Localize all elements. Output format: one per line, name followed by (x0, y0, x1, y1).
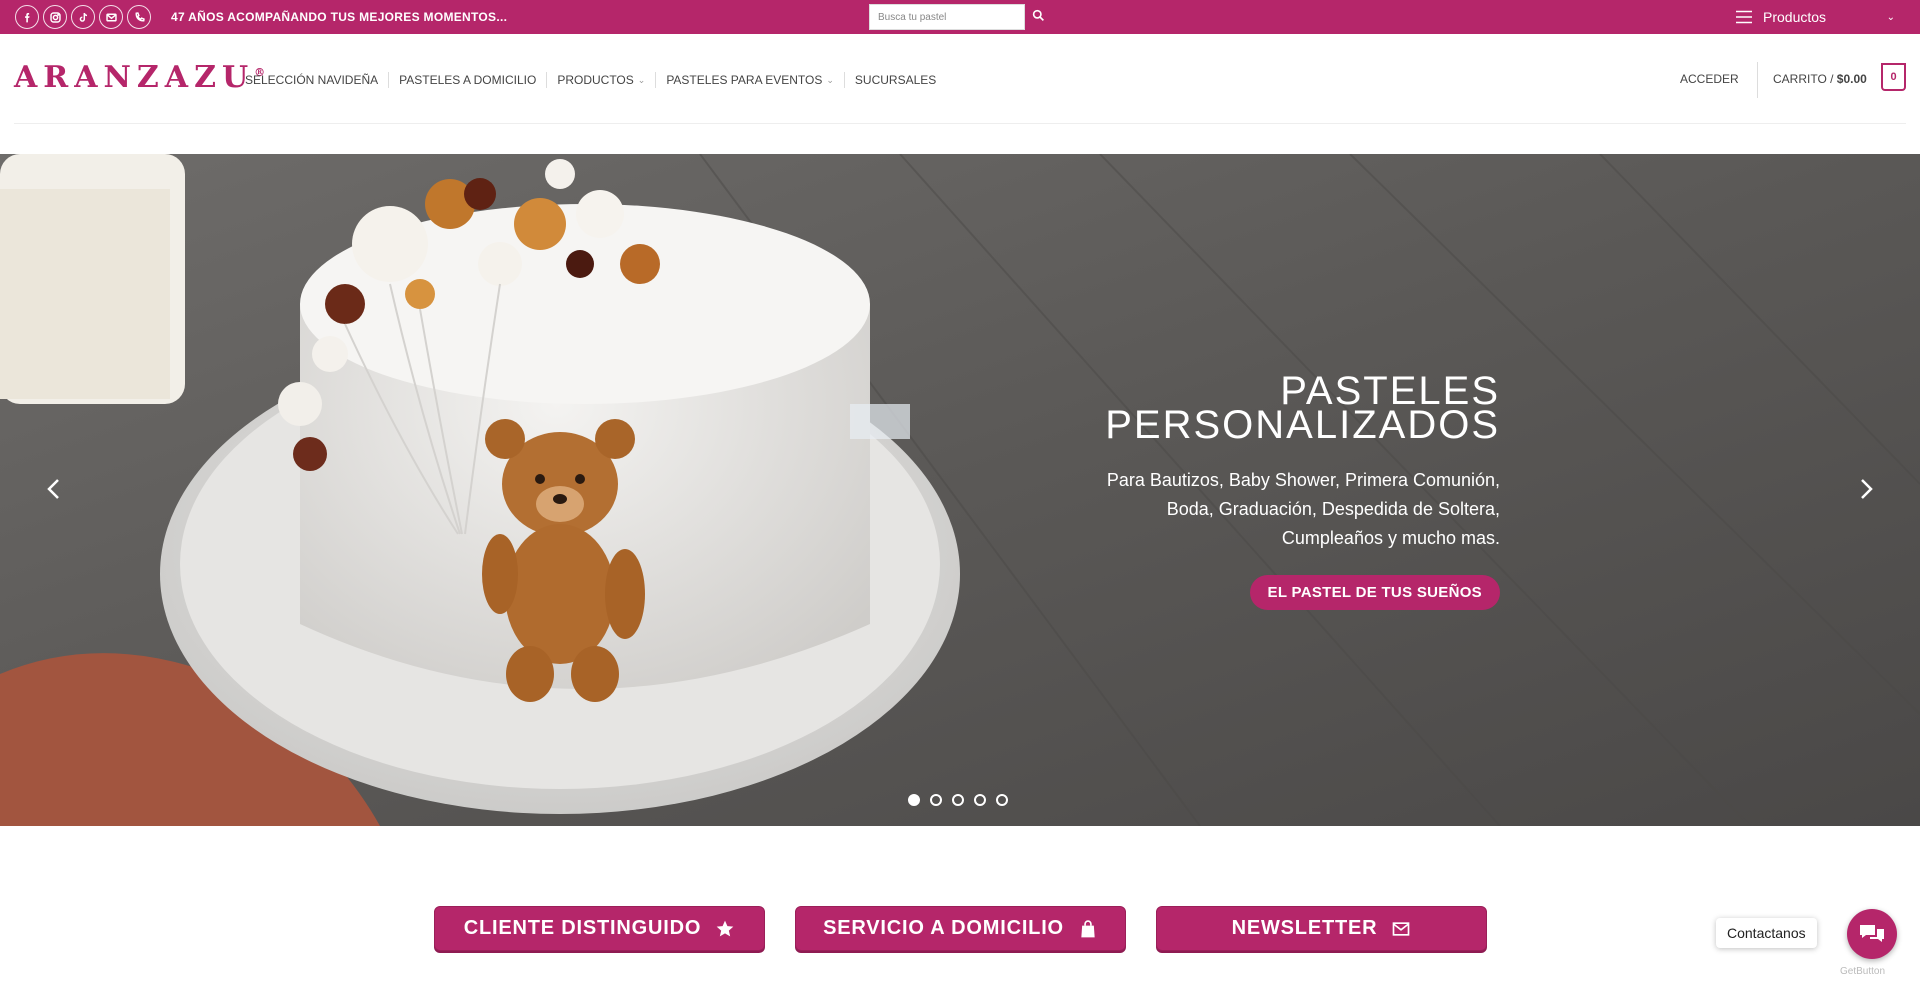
nav-label: SUCURSALES (854, 73, 937, 87)
shopping-bag-icon (1081, 919, 1095, 937)
search-icon[interactable] (1030, 7, 1046, 23)
cart-total: $0.00 (1836, 72, 1867, 86)
slider-dot[interactable] (952, 794, 964, 806)
nav-item-sucursales[interactable]: SUCURSALES (843, 72, 946, 88)
newsletter-button[interactable]: NEWSLETTER (1156, 906, 1487, 951)
cta-label: SERVICIO A DOMICILIO (823, 917, 1064, 939)
contact-tooltip[interactable]: Contactanos (1716, 918, 1817, 948)
nav-label: PASTELES PARA EVENTOS (666, 73, 823, 87)
logo-text: ARANZAZU (14, 60, 255, 95)
logo[interactable]: ARANZAZU® (14, 60, 265, 95)
header-divider (14, 123, 1906, 124)
cart-label: CARRITO / (1773, 72, 1834, 86)
products-menu-label: Productos (1763, 9, 1827, 25)
top-bar: 47 AÑOS ACOMPAÑANDO TUS MEJORES MOMENTOS… (0, 0, 1920, 34)
nav-label: SELECCIÓN NAVIDEÑA (245, 73, 379, 87)
getbutton-credit[interactable]: GetButton (1840, 966, 1885, 977)
cliente-distinguido-button[interactable]: CLIENTE DISTINGUIDO (434, 906, 765, 951)
cart-link[interactable]: CARRITO / $0.00 (1773, 72, 1867, 86)
search-input[interactable]: Busca tu pastel (869, 4, 1025, 30)
nav-item-productos[interactable]: PRODUCTOS ⌄ (546, 72, 655, 88)
chevron-left-icon (47, 479, 59, 499)
hero-caption: PASTELES PERSONALIZADOS Para Bautizos, B… (1040, 371, 1500, 610)
nav-item-pasteles-para-eventos[interactable]: PASTELES PARA EVENTOS ⌄ (655, 72, 844, 88)
facebook-icon[interactable] (15, 5, 39, 29)
tiktok-icon[interactable] (71, 5, 95, 29)
slider-prev-button[interactable] (39, 474, 69, 504)
nav-item-seleccion-navidena[interactable]: SELECCIÓN NAVIDEÑA (245, 72, 388, 88)
hero-subtitle: Para Bautizos, Baby Shower, Primera Comu… (1040, 466, 1500, 553)
slider-dot[interactable] (974, 794, 986, 806)
cta-label: CLIENTE DISTINGUIDO (463, 917, 702, 939)
social-links (15, 5, 151, 29)
products-menu[interactable]: Productos ⌄ (1735, 0, 1895, 34)
email-icon[interactable] (99, 5, 123, 29)
phone-icon[interactable] (127, 5, 151, 29)
main-header: ARANZAZU® SELECCIÓN NAVIDEÑA PASTELES A … (0, 34, 1920, 124)
servicio-a-domicilio-button[interactable]: SERVICIO A DOMICILIO (795, 906, 1126, 951)
chat-bubbles-icon (1860, 925, 1884, 942)
hero-title-line: PERSONALIZADOS (1105, 403, 1500, 447)
slider-dot[interactable] (996, 794, 1008, 806)
hero-image (0, 154, 1920, 826)
chevron-right-icon (1861, 479, 1873, 499)
search-placeholder: Busca tu pastel (878, 11, 947, 23)
chevron-down-icon: ⌄ (826, 74, 834, 85)
cart-count-badge[interactable]: 0 (1881, 63, 1906, 91)
nav-label: PRODUCTOS (557, 73, 634, 87)
hero-subtitle-line: Boda, Graduación, Despedida de Soltera, (1166, 499, 1500, 519)
main-nav: SELECCIÓN NAVIDEÑA PASTELES A DOMICILIO … (245, 72, 946, 88)
slider-next-button[interactable] (1851, 474, 1881, 504)
hero-subtitle-line: Para Bautizos, Baby Shower, Primera Comu… (1106, 470, 1500, 490)
slider-dots (908, 794, 1008, 806)
slider-dot[interactable] (908, 794, 920, 806)
hero-cta-button[interactable]: EL PASTEL DE TUS SUEÑOS (1249, 575, 1500, 610)
hamburger-icon (1736, 10, 1752, 24)
chevron-down-icon: ⌄ (1886, 11, 1895, 23)
cta-label: NEWSLETTER (1231, 917, 1378, 939)
nav-label: PASTELES A DOMICILIO (399, 73, 537, 87)
hero-subtitle-line: Cumpleaños y mucho mas. (1281, 528, 1500, 548)
envelope-icon (1393, 921, 1410, 936)
slider-dot[interactable] (930, 794, 942, 806)
chat-button[interactable] (1847, 909, 1897, 959)
nav-item-pasteles-a-domicilio[interactable]: PASTELES A DOMICILIO (388, 72, 546, 88)
star-icon (716, 920, 734, 936)
chevron-down-icon: ⌄ (637, 74, 646, 85)
login-link[interactable]: ACCEDER (1680, 72, 1739, 86)
instagram-icon[interactable] (43, 5, 67, 29)
divider (1757, 62, 1758, 98)
cta-row: CLIENTE DISTINGUIDO SERVICIO A DOMICILIO… (434, 906, 1487, 951)
tagline: 47 AÑOS ACOMPAÑANDO TUS MEJORES MOMENTOS… (171, 10, 508, 24)
hero-title: PASTELES PERSONALIZADOS (1040, 371, 1500, 445)
hero-slider: PASTELES PERSONALIZADOS Para Bautizos, B… (0, 154, 1920, 826)
